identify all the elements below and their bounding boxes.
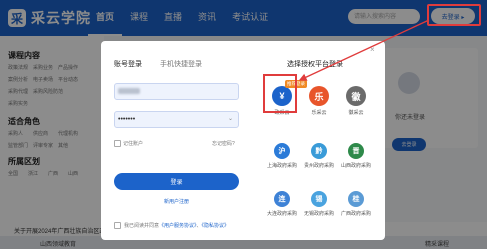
annotation-arrow [298,19,430,81]
